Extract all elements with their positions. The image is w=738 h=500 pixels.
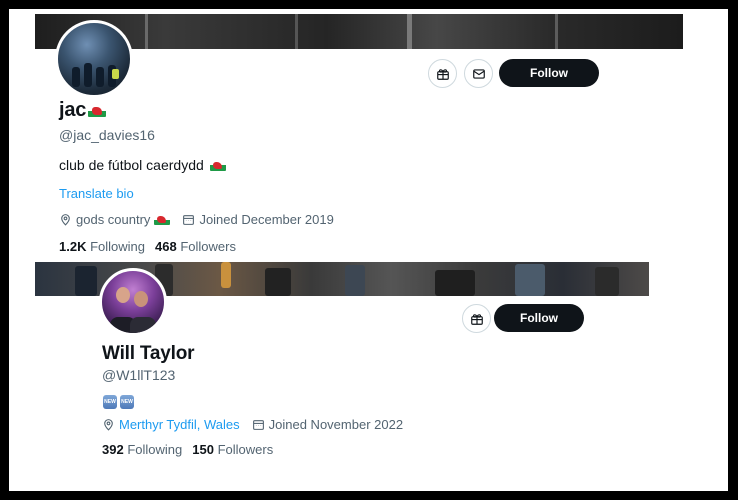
gift-button[interactable] [428, 59, 457, 88]
location-text: gods country [76, 212, 151, 227]
join-date: Joined November 2022 [252, 417, 403, 432]
gift-icon [470, 313, 483, 325]
following-label: Following [127, 442, 183, 457]
profile-stats: 1.2K Following 468 Followers [59, 239, 236, 254]
profile-avatar[interactable] [55, 20, 133, 98]
joined-text: Joined November 2022 [268, 417, 404, 432]
profile-banner [35, 14, 683, 49]
following-label: Following [90, 239, 146, 254]
location: gods country [59, 212, 171, 227]
profile-avatar[interactable] [99, 268, 167, 336]
join-date: Joined December 2019 [182, 212, 334, 227]
profile-handle: @W1llT123 [102, 367, 176, 383]
followers-label: Followers [180, 239, 236, 254]
screenshot-frame: Follow jac @jac_davies16 club de fútbol … [9, 9, 728, 491]
profile-meta: gods country Joined December 2019 [59, 212, 346, 227]
bio-text: club de fútbol caerdydd [59, 157, 204, 173]
location-link[interactable]: Merthyr Tydfil, Wales [119, 417, 240, 432]
calendar-icon [183, 215, 195, 225]
new-badge-icon: NEW [120, 395, 134, 409]
followers-link[interactable]: 468 Followers [155, 239, 236, 254]
following-count: 1.2K [59, 239, 87, 254]
profile-name: Will Taylor [102, 343, 195, 364]
calendar-icon [252, 420, 264, 430]
profile-name: jac [59, 99, 107, 122]
location: Merthyr Tydfil, Wales [102, 417, 240, 432]
joined-text: Joined December 2019 [199, 212, 334, 227]
wales-flag-icon [88, 104, 107, 117]
message-button[interactable] [464, 59, 493, 88]
location-pin-icon [61, 214, 70, 226]
gift-button[interactable] [462, 304, 491, 333]
translate-bio-link[interactable]: Translate bio [59, 186, 134, 201]
wales-flag-icon [209, 159, 226, 171]
profile-name-text: jac [59, 99, 87, 121]
profile-stats: 392 Following 150 Followers [102, 442, 273, 457]
profile-meta: Merthyr Tydfil, Wales Joined November 20… [102, 417, 415, 432]
follow-button[interactable]: Follow [494, 304, 584, 332]
emoji-badges: NEW NEW [103, 395, 137, 409]
followers-count: 150 [192, 442, 214, 457]
gift-icon [436, 68, 449, 80]
wales-flag-icon [154, 214, 171, 225]
location-pin-icon [104, 419, 113, 431]
profile-handle: @jac_davies16 [59, 127, 155, 143]
following-link[interactable]: 1.2K Following [59, 239, 145, 254]
followers-label: Followers [217, 442, 274, 457]
following-count: 392 [102, 442, 124, 457]
following-link[interactable]: 392 Following [102, 442, 182, 457]
mail-icon [472, 68, 485, 79]
new-badge-icon: NEW [103, 395, 117, 409]
followers-count: 468 [155, 239, 177, 254]
follow-button[interactable]: Follow [499, 59, 599, 87]
profile-bio: club de fútbol caerdydd [59, 157, 226, 173]
followers-link[interactable]: 150 Followers [192, 442, 273, 457]
